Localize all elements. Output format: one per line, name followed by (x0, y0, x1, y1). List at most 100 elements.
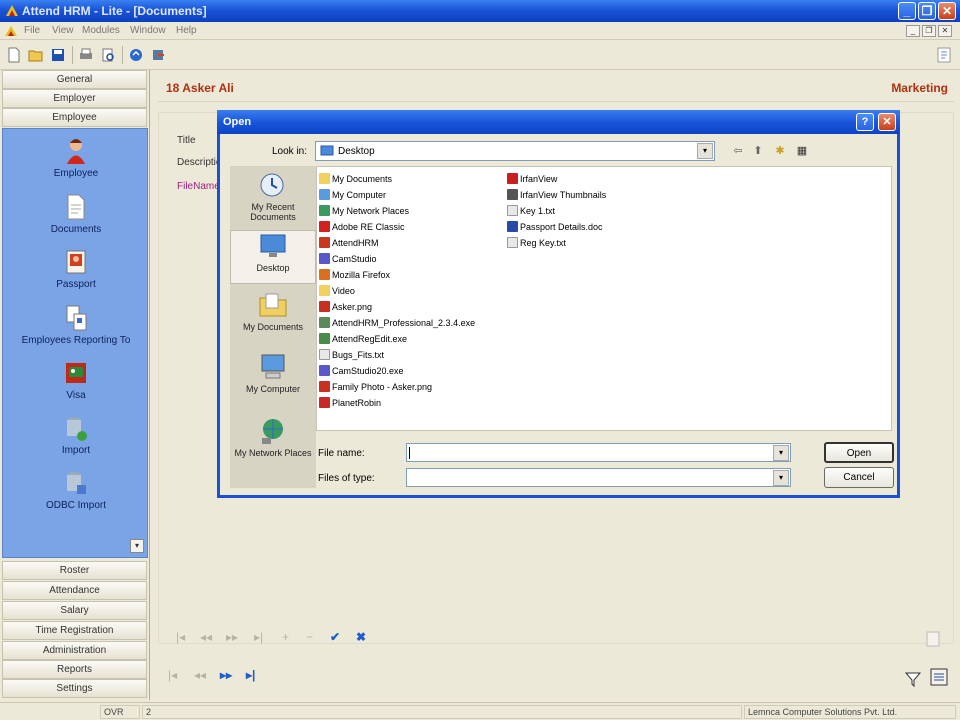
document-window-icon[interactable] (4, 24, 18, 38)
mdi-minimize-button[interactable]: _ (906, 25, 920, 37)
nav-roster[interactable]: Roster (2, 561, 147, 580)
nav-administration[interactable]: Administration (2, 641, 147, 660)
text-file-icon (507, 205, 518, 216)
place-my-documents[interactable]: My Documents (230, 290, 316, 346)
place-my-computer[interactable]: My Computer (230, 352, 316, 408)
close-button[interactable]: ✕ (938, 2, 956, 20)
nav-item-visa[interactable]: Visa (3, 359, 149, 401)
file-item[interactable]: AttendHRM_Professional_2.3.4.exe (319, 316, 475, 330)
chevron-down-icon[interactable]: ▾ (697, 143, 713, 159)
open-folder-icon[interactable] (28, 47, 44, 63)
record-prior-button[interactable]: ◂◂ (200, 630, 212, 644)
look-in-dropdown[interactable]: Desktop ▾ (315, 141, 715, 161)
chevron-down-icon[interactable]: ▾ (773, 470, 789, 486)
nav-item-passport[interactable]: Passport (3, 248, 149, 290)
file-list: My Documents My Computer My Network Plac… (316, 166, 892, 431)
nav-general[interactable]: General (2, 70, 147, 89)
record-cancel-button[interactable]: ✖ (356, 630, 366, 644)
employee-last-button[interactable]: ▸| (246, 668, 255, 682)
file-name-input[interactable]: ▾ (406, 443, 791, 462)
filter-icon[interactable] (904, 670, 922, 688)
file-item[interactable]: Asker.png (319, 300, 372, 314)
menu-file[interactable]: File (24, 25, 40, 36)
employee-next-button[interactable]: ▸▸ (220, 668, 232, 682)
toolbar-separator (72, 46, 73, 64)
firefox-icon (319, 269, 330, 280)
menu-modules[interactable]: Modules (82, 25, 120, 36)
record-next-button[interactable]: ▸▸ (226, 630, 238, 644)
nav-item-import[interactable]: Import (3, 414, 149, 456)
back-icon[interactable]: ⇦ (730, 143, 746, 159)
file-item[interactable]: Passport Details.doc (507, 220, 603, 234)
file-item[interactable]: My Computer (319, 188, 386, 202)
text-cursor (409, 447, 410, 459)
file-item[interactable]: PlanetRobin (319, 396, 381, 410)
nav-item-odbc-import[interactable]: ODBC Import (3, 469, 149, 511)
file-item[interactable]: Mozilla Firefox (319, 268, 390, 282)
nav-employee[interactable]: Employee (2, 108, 147, 127)
employee-prior-button[interactable]: ◂◂ (194, 668, 206, 682)
exit-icon[interactable] (150, 47, 166, 63)
new-folder-icon[interactable]: ✱ (772, 143, 788, 159)
cancel-button[interactable]: Cancel (824, 467, 894, 488)
menu-view[interactable]: View (52, 25, 74, 36)
file-item[interactable]: IrfanView (507, 172, 557, 186)
nav-settings[interactable]: Settings (2, 679, 147, 698)
nav-item-employee[interactable]: Employee (3, 137, 149, 179)
new-document-icon[interactable] (6, 47, 22, 63)
grid-view-icon[interactable] (930, 668, 948, 686)
dialog-help-button[interactable]: ? (856, 113, 874, 131)
chevron-down-icon[interactable]: ▾ (773, 445, 789, 461)
employee-first-button[interactable]: |◂ (168, 668, 177, 682)
mdi-restore-button[interactable]: ❐ (922, 25, 936, 37)
record-delete-button[interactable]: − (306, 630, 313, 644)
place-desktop[interactable]: Desktop (230, 230, 316, 284)
menu-help[interactable]: Help (176, 25, 197, 36)
restore-button[interactable]: ❐ (918, 2, 936, 20)
file-item[interactable]: Key 1.txt (507, 204, 555, 218)
file-item[interactable]: My Network Places (319, 204, 409, 218)
exe-file-icon (319, 333, 330, 344)
view-menu-icon[interactable]: ▦ (794, 143, 810, 159)
nav-employer[interactable]: Employer (2, 89, 147, 108)
file-item[interactable]: Reg Key.txt (507, 236, 566, 250)
record-header: 18 Asker Ali Marketing (158, 72, 954, 102)
file-item[interactable]: Family Photo - Asker.png (319, 380, 432, 394)
panel-scroll-down-button[interactable]: ▾ (130, 539, 144, 553)
save-icon[interactable] (50, 47, 66, 63)
files-of-type-dropdown[interactable]: ▾ (406, 468, 791, 487)
file-item[interactable]: AttendRegEdit.exe (319, 332, 407, 346)
nav-attendance[interactable]: Attendance (2, 581, 147, 600)
menu-window[interactable]: Window (130, 25, 166, 36)
dialog-close-button[interactable]: ✕ (878, 113, 896, 131)
file-item[interactable]: CamStudio20.exe (319, 364, 404, 378)
nav-item-documents[interactable]: Documents (3, 193, 149, 235)
file-item[interactable]: CamStudio (319, 252, 377, 266)
help-icon[interactable] (936, 47, 952, 63)
file-item[interactable]: My Documents (319, 172, 392, 186)
print-preview-icon[interactable] (100, 47, 116, 63)
file-item[interactable]: IrfanView Thumbnails (507, 188, 606, 202)
record-first-button[interactable]: |◂ (176, 630, 185, 644)
nav-salary[interactable]: Salary (2, 601, 147, 620)
minimize-button[interactable]: _ (898, 2, 916, 20)
mdi-close-button[interactable]: ✕ (938, 25, 952, 37)
file-item[interactable]: AttendHRM (319, 236, 379, 250)
attachment-icon[interactable] (924, 630, 942, 648)
record-last-button[interactable]: ▸| (254, 630, 263, 644)
nav-reports[interactable]: Reports (2, 660, 147, 679)
file-item[interactable]: Video (319, 284, 355, 298)
refresh-icon[interactable] (128, 47, 144, 63)
record-insert-button[interactable]: + (282, 630, 289, 644)
up-folder-icon[interactable]: ⬆ (750, 143, 766, 159)
record-post-button[interactable]: ✔ (330, 630, 340, 644)
file-item[interactable]: Bugs_Fits.txt (319, 348, 384, 362)
place-my-network-places[interactable]: My Network Places (230, 416, 316, 476)
nav-time-registration[interactable]: Time Registration (2, 621, 147, 640)
open-file-dialog: Open ? ✕ Look in: Desktop ▾ ⇦ ⬆ ✱ ▦ My R… (217, 110, 900, 498)
print-icon[interactable] (78, 47, 94, 63)
file-item[interactable]: Adobe RE Classic (319, 220, 405, 234)
place-recent-documents[interactable]: My Recent Documents (230, 170, 316, 226)
open-button[interactable]: Open (824, 442, 894, 463)
nav-item-employees-reporting-to[interactable]: Employees Reporting To (3, 304, 149, 346)
